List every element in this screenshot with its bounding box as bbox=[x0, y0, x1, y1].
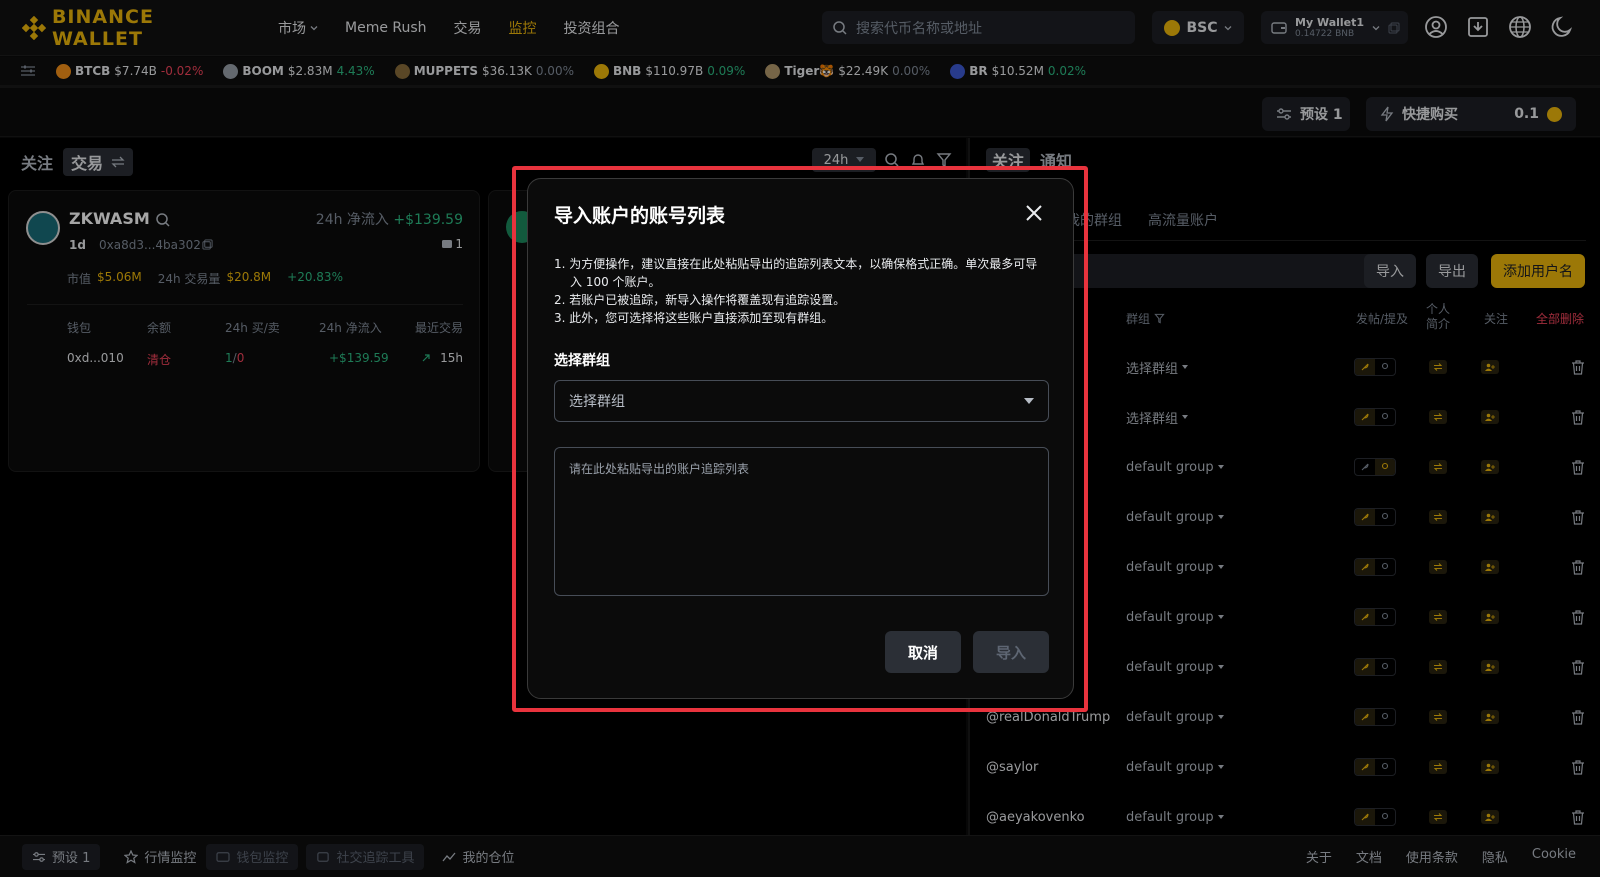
dialog-title: 导入账户的账号列表 bbox=[554, 205, 726, 227]
tip-item: 3. 此外，您可选择将这些账户直接添加至现有群组。 bbox=[554, 311, 834, 325]
tip-item: 1. 为方便操作，建议直接在此处粘贴导出的追踪列表文本，以确保格式正确。单次最多… bbox=[554, 257, 1038, 289]
cancel-button[interactable]: 取消 bbox=[885, 631, 961, 673]
account-list-textarea[interactable] bbox=[554, 447, 1049, 596]
import-tips: 1. 为方便操作，建议直接在此处粘贴导出的追踪列表文本，以确保格式正确。单次最多… bbox=[554, 255, 1049, 327]
tip-item: 2. 若账户已被追踪，新导入操作将覆盖现有追踪设置。 bbox=[554, 293, 846, 307]
group-select[interactable]: 选择群组 bbox=[554, 380, 1049, 422]
close-icon bbox=[1026, 205, 1042, 221]
import-accounts-dialog: 导入账户的账号列表 1. 为方便操作，建议直接在此处粘贴导出的追踪列表文本，以确… bbox=[527, 178, 1074, 699]
group-label: 选择群组 bbox=[554, 353, 610, 369]
group-select-value: 选择群组 bbox=[569, 394, 625, 410]
import-submit-button[interactable]: 导入 bbox=[973, 631, 1049, 673]
close-button[interactable] bbox=[1024, 203, 1044, 223]
caret-down-icon bbox=[1024, 398, 1034, 404]
